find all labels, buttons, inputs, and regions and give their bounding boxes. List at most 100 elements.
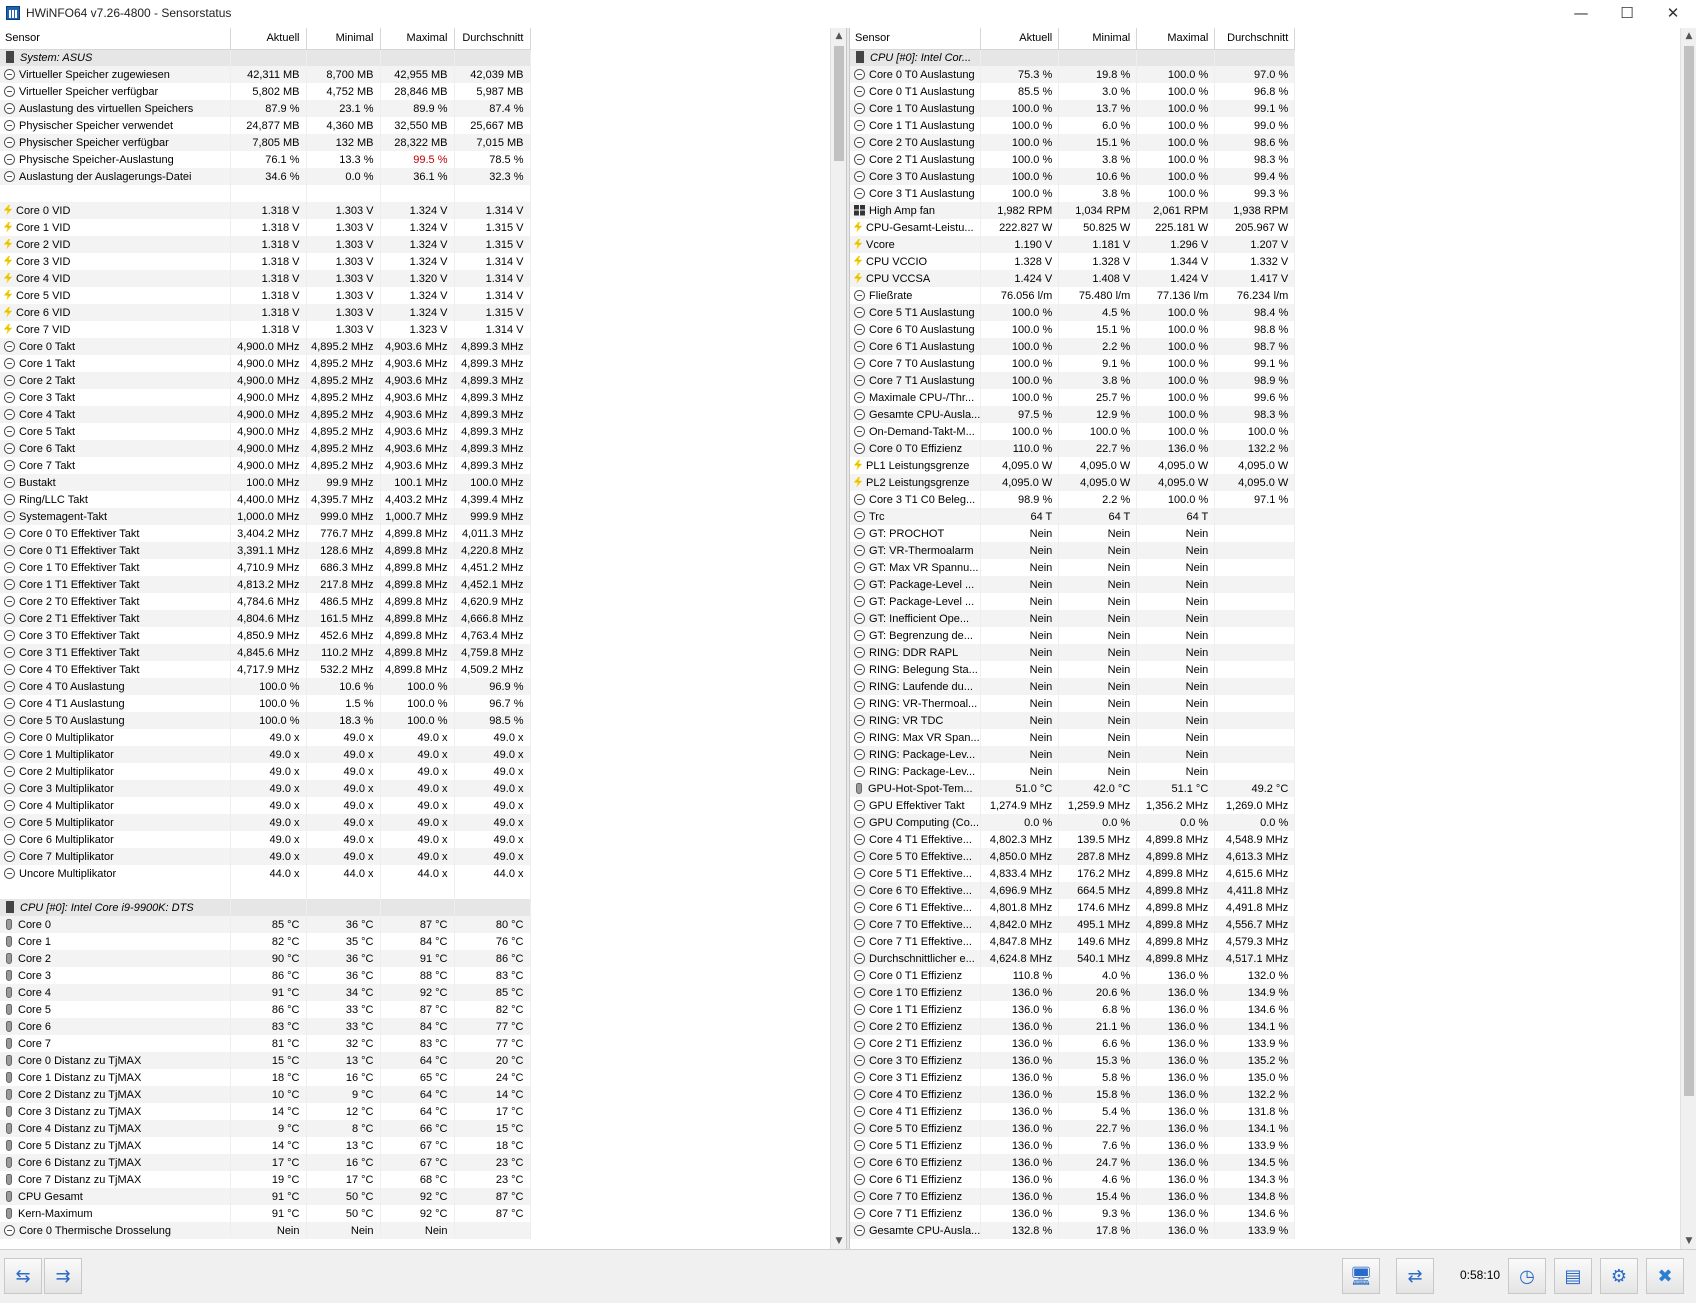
sensor-row[interactable]: Auslastung der Auslagerungs-Datei 34.6 % 0… [0, 168, 531, 185]
sensor-row[interactable]: Core 6 T1 Effizienz 136.0 % 4.6 % 136.0 % 13… [850, 1171, 1296, 1188]
sensor-row[interactable]: Auslastung des virtuellen Speichers 87.9 … [0, 100, 531, 117]
scroll-up-arrow-icon[interactable]: ▲ [831, 28, 846, 44]
column-header-current[interactable]: Aktuell [980, 28, 1060, 50]
sensor-row[interactable]: GT: VR-Thermoalarm Nein Nein Nein [850, 542, 1296, 559]
sensor-row[interactable]: Core 6 T0 Effizienz 136.0 % 24.7 % 136.0 % 1… [850, 1154, 1296, 1171]
column-header-minimum[interactable]: Minimal [1058, 28, 1138, 50]
sensor-row[interactable]: Core 2 T0 Effektiver Takt 4,784.6 MHz 486.… [0, 593, 531, 610]
sensor-row[interactable]: Gesamte CPU-Ausla... 132.8 % 17.8 % 136.0 %… [850, 1222, 1296, 1239]
sensor-row[interactable]: Core 1 T0 Effektiver Takt 4,710.9 MHz 686.… [0, 559, 531, 576]
column-header-sensor[interactable]: Sensor [850, 28, 982, 50]
sensor-row[interactable]: Core 4 Distanz zu TjMAX 9 °C 8 °C 66 °C 15 °… [0, 1120, 531, 1137]
sensor-row[interactable]: Core 3 86 °C 36 °C 88 °C 83 °C [0, 967, 531, 984]
sensor-row[interactable]: Core 6 T1 Auslastung 100.0 % 2.2 % 100.0 % 9… [850, 338, 1296, 355]
sensor-row[interactable]: GPU-Hot-Spot-Tem... 51.0 °C 42.0 °C 51.1 °C… [850, 780, 1296, 797]
sensor-row[interactable]: Core 7 T0 Effektive... 4,842.0 MHz 495.1 M… [850, 916, 1296, 933]
sensor-row[interactable]: Core 7 T1 Effizienz 136.0 % 9.3 % 136.0 % 13… [850, 1205, 1296, 1222]
sensor-row[interactable]: Vcore 1.190 V 1.181 V 1.296 V 1.207 V [850, 236, 1296, 253]
sensor-row[interactable]: Core 3 T0 Auslastung 100.0 % 10.6 % 100.0 %… [850, 168, 1296, 185]
sensor-row[interactable]: RING: Belegung Sta... Nein Nein Nein [850, 661, 1296, 678]
sensor-row[interactable]: Core 6 Takt 4,900.0 MHz 4,895.2 MHz 4,903.6… [0, 440, 531, 457]
sensor-row[interactable]: Maximale CPU-/Thr... 100.0 % 25.7 % 100.0 %… [850, 389, 1296, 406]
sensor-row[interactable]: Core 1 82 °C 35 °C 84 °C 76 °C [0, 933, 531, 950]
sensor-row[interactable]: Core 6 Multiplikator 49.0 x 49.0 x 49.0 x 49… [0, 831, 531, 848]
sensor-row[interactable]: Core 7 VID 1.318 V 1.303 V 1.323 V 1.314 V [0, 321, 531, 338]
sensor-row[interactable]: Core 0 85 °C 36 °C 87 °C 80 °C [0, 916, 531, 933]
sensor-row[interactable]: GT: Max VR Spannu... Nein Nein Nein [850, 559, 1296, 576]
sensor-row[interactable]: RING: Package-Lev... Nein Nein Nein [850, 763, 1296, 780]
sensor-row[interactable]: PL1 Leistungsgrenze 4,095.0 W 4,095.0 W 4,0… [850, 457, 1296, 474]
sensor-group-header[interactable]: CPU [#0]: Intel Cor... [850, 49, 1296, 66]
sensor-row[interactable]: Core 3 T1 Effektiver Takt 4,845.6 MHz 110.… [0, 644, 531, 661]
sensor-row[interactable]: Core 0 VID 1.318 V 1.303 V 1.324 V 1.314 V [0, 202, 531, 219]
sensor-row[interactable]: Core 4 T1 Effektive... 4,802.3 MHz 139.5 M… [850, 831, 1296, 848]
sensor-row[interactable]: GT: PROCHOT Nein Nein Nein [850, 525, 1296, 542]
sensor-row[interactable]: Systemagent-Takt 1,000.0 MHz 999.0 MHz 1,00… [0, 508, 531, 525]
sensor-row[interactable]: Core 0 T1 Auslastung 85.5 % 3.0 % 100.0 % 96… [850, 83, 1296, 100]
sensor-row[interactable]: Core 0 T0 Effektiver Takt 3,404.2 MHz 776.… [0, 525, 531, 542]
scroll-up-arrow-icon[interactable]: ▲ [1681, 28, 1696, 44]
sensor-row[interactable]: Core 7 Takt 4,900.0 MHz 4,895.2 MHz 4,903.6… [0, 457, 531, 474]
collapse-sensors-button[interactable]: ⇉ [44, 1258, 82, 1294]
sensor-row[interactable]: Core 5 T1 Effektive... 4,833.4 MHz 176.2 M… [850, 865, 1296, 882]
sensor-row[interactable]: Core 5 T0 Auslastung 100.0 % 18.3 % 100.0 %… [0, 712, 531, 729]
sensor-row[interactable]: Core 5 Takt 4,900.0 MHz 4,895.2 MHz 4,903.6… [0, 423, 531, 440]
monitor-button[interactable]: 🖥 [1342, 1258, 1380, 1294]
sensor-row[interactable]: Core 6 T1 Effektive... 4,801.8 MHz 174.6 M… [850, 899, 1296, 916]
sensor-row[interactable]: CPU-Gesamt-Leistu... 222.827 W 50.825 W 225… [850, 219, 1296, 236]
scroll-down-arrow-icon[interactable]: ▼ [831, 1233, 846, 1249]
sensor-row[interactable]: On-Demand-Takt-M... 100.0 % 100.0 % 100.0 %… [850, 423, 1296, 440]
sensor-row[interactable]: Core 3 T0 Effektiver Takt 4,850.9 MHz 452.… [0, 627, 531, 644]
sensor-row[interactable]: Core 1 Takt 4,900.0 MHz 4,895.2 MHz 4,903.6… [0, 355, 531, 372]
sensor-row[interactable]: Core 5 T0 Effizienz 136.0 % 22.7 % 136.0 % 1… [850, 1120, 1296, 1137]
sensor-row[interactable]: RING: Max VR Span... Nein Nein Nein [850, 729, 1296, 746]
sensor-row[interactable]: Trc 64 T 64 T 64 T [850, 508, 1296, 525]
sensor-row[interactable]: RING: VR TDC Nein Nein Nein [850, 712, 1296, 729]
sensor-row[interactable]: Core 0 Thermische Drosselung Nein Nein Nein [0, 1222, 531, 1239]
sensor-row[interactable]: Core 6 83 °C 33 °C 84 °C 77 °C [0, 1018, 531, 1035]
sensor-row[interactable]: Core 3 T1 Auslastung 100.0 % 3.8 % 100.0 % 9… [850, 185, 1296, 202]
sensor-row[interactable]: GPU Computing (Co... 0.0 % 0.0 % 0.0 % 0.0 % [850, 814, 1296, 831]
network-button[interactable]: ⇄ [1396, 1258, 1434, 1294]
sensor-row[interactable]: GT: Inefficient Ope... Nein Nein Nein [850, 610, 1296, 627]
sensor-row[interactable]: Core 4 T1 Auslastung 100.0 % 1.5 % 100.0 % 9… [0, 695, 531, 712]
sensor-row[interactable]: Core 6 VID 1.318 V 1.303 V 1.324 V 1.315 V [0, 304, 531, 321]
sensor-row[interactable]: Core 1 Distanz zu TjMAX 18 °C 16 °C 65 °C 24… [0, 1069, 531, 1086]
sensor-row[interactable]: Core 0 Takt 4,900.0 MHz 4,895.2 MHz 4,903.6… [0, 338, 531, 355]
sensor-row[interactable]: CPU Gesamt 91 °C 50 °C 92 °C 87 °C [0, 1188, 531, 1205]
sensor-row[interactable]: RING: Laufende du... Nein Nein Nein [850, 678, 1296, 695]
sensor-group-header[interactable]: CPU [#0]: Intel Core i9-9900K: DTS [0, 899, 531, 916]
column-header-average[interactable]: Durchschnitt [1214, 28, 1296, 50]
sensor-row[interactable]: High Amp fan 1,982 RPM 1,034 RPM 2,061 RPM 1… [850, 202, 1296, 219]
sensor-row[interactable]: GT: Package-Level ... Nein Nein Nein [850, 593, 1296, 610]
sensor-row[interactable]: Core 0 T0 Effizienz 110.0 % 22.7 % 136.0 % 1… [850, 440, 1296, 457]
sensor-row[interactable]: Core 1 T0 Effizienz 136.0 % 20.6 % 136.0 % 1… [850, 984, 1296, 1001]
sensor-row[interactable]: Core 4 Multiplikator 49.0 x 49.0 x 49.0 x 49… [0, 797, 531, 814]
sensor-row[interactable]: GPU Effektiver Takt 1,274.9 MHz 1,259.9 MH… [850, 797, 1296, 814]
close-window-button[interactable]: ✕ [1650, 0, 1696, 26]
clock-button[interactable]: ◷ [1508, 1258, 1546, 1294]
sensor-row[interactable]: Core 3 Multiplikator 49.0 x 49.0 x 49.0 x 49… [0, 780, 531, 797]
sensor-row[interactable]: Core 1 VID 1.318 V 1.303 V 1.324 V 1.315 V [0, 219, 531, 236]
sensor-row[interactable]: Core 5 86 °C 33 °C 87 °C 82 °C [0, 1001, 531, 1018]
sensor-row[interactable]: Core 6 Distanz zu TjMAX 17 °C 16 °C 67 °C 23… [0, 1154, 531, 1171]
sensor-row[interactable]: Core 2 Takt 4,900.0 MHz 4,895.2 MHz 4,903.6… [0, 372, 531, 389]
sensor-row[interactable]: Core 4 T0 Auslastung 100.0 % 10.6 % 100.0 %… [0, 678, 531, 695]
sensor-row[interactable]: Core 5 VID 1.318 V 1.303 V 1.324 V 1.314 V [0, 287, 531, 304]
sensor-row[interactable]: Core 7 81 °C 32 °C 83 °C 77 °C [0, 1035, 531, 1052]
sensor-row[interactable]: Core 5 Distanz zu TjMAX 14 °C 13 °C 67 °C 18… [0, 1137, 531, 1154]
sensor-row[interactable]: GT: Package-Level ... Nein Nein Nein [850, 576, 1296, 593]
sensor-group-header[interactable]: System: ASUS [0, 49, 531, 66]
sensor-row[interactable]: Core 2 Distanz zu TjMAX 10 °C 9 °C 64 °C 14 … [0, 1086, 531, 1103]
sensor-row[interactable]: Core 7 Multiplikator 49.0 x 49.0 x 49.0 x 49… [0, 848, 531, 865]
sensor-row[interactable]: Core 0 T1 Effektiver Takt 3,391.1 MHz 128.… [0, 542, 531, 559]
sensor-row[interactable]: Ring/LLC Takt 4,400.0 MHz 4,395.7 MHz 4,403… [0, 491, 531, 508]
sensor-row[interactable]: Core 2 90 °C 36 °C 91 °C 86 °C [0, 950, 531, 967]
sensor-row[interactable]: Core 0 Multiplikator 49.0 x 49.0 x 49.0 x 49… [0, 729, 531, 746]
sensor-row[interactable]: Core 1 Multiplikator 49.0 x 49.0 x 49.0 x 49… [0, 746, 531, 763]
sensor-row[interactable]: Core 2 T1 Auslastung 100.0 % 3.8 % 100.0 % 9… [850, 151, 1296, 168]
close-sensors-button[interactable]: ✖ [1646, 1258, 1684, 1294]
sensor-row[interactable]: Core 2 T0 Effizienz 136.0 % 21.1 % 136.0 % 1… [850, 1018, 1296, 1035]
scrollbar-thumb-left[interactable] [834, 46, 844, 161]
sensor-row[interactable]: Core 3 T1 C0 Beleg... 98.9 % 2.2 % 100.0 % 9… [850, 491, 1296, 508]
